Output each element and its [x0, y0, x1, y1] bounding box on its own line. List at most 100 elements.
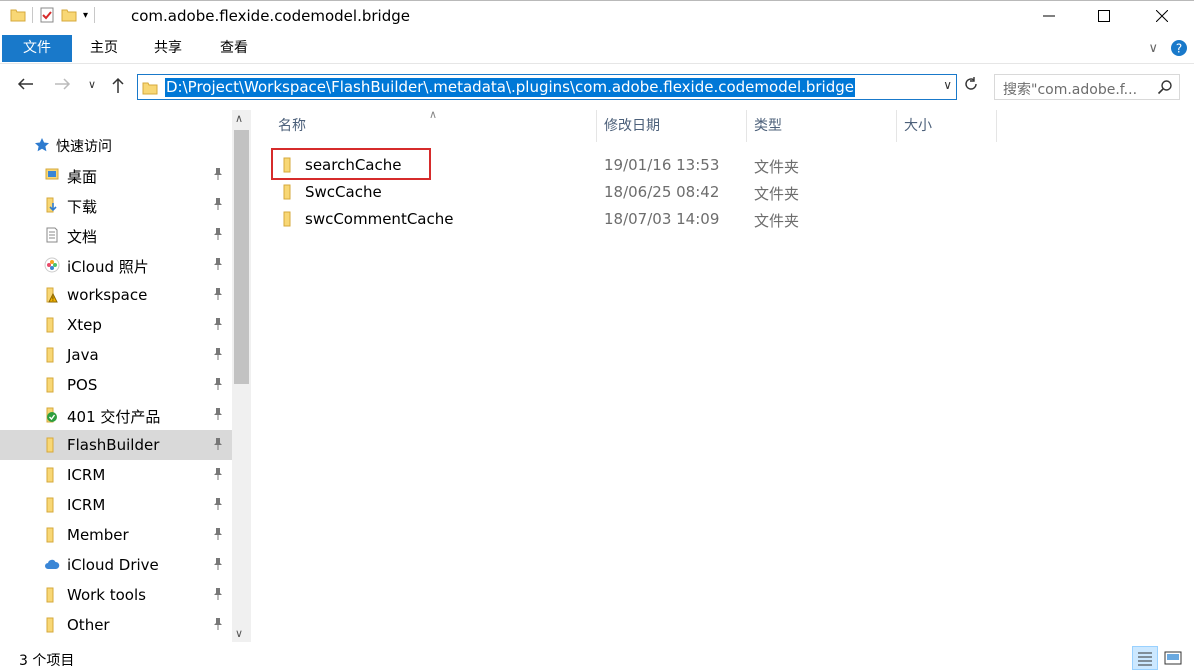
pin-icon[interactable]	[213, 378, 223, 393]
back-button[interactable]	[16, 76, 34, 96]
separator	[32, 7, 33, 23]
pin-icon[interactable]	[213, 258, 223, 273]
folder-icon	[44, 377, 60, 393]
pin-icon[interactable]	[213, 198, 223, 213]
pin-icon[interactable]	[213, 588, 223, 603]
tab-view[interactable]: 查看	[216, 35, 252, 62]
sidebar-item-label: 401 交付产品	[67, 408, 161, 426]
status-bar: 3 个项目	[0, 646, 1194, 671]
close-button[interactable]	[1133, 1, 1191, 31]
recent-locations-button[interactable]: ∨	[88, 78, 96, 91]
quick-access-label: 快速访问	[56, 139, 112, 155]
search-input[interactable]: 搜索"com.adobe.f...	[1003, 79, 1137, 99]
file-type: 文件夹	[754, 212, 800, 230]
tab-share[interactable]: 共享	[150, 35, 186, 62]
file-list: ∧ 名称 修改日期 类型 大小 searchCache 19/01/16 13:5…	[251, 108, 1194, 642]
minimize-button[interactable]	[1020, 1, 1078, 31]
desktop-icon	[44, 167, 60, 183]
expand-ribbon-icon[interactable]: ∨	[1148, 41, 1158, 56]
sidebar-item-[interactable]: 下载	[0, 190, 232, 220]
large-icons-view-button[interactable]	[1160, 646, 1186, 670]
customize-qat-icon[interactable]: ▾	[83, 10, 88, 21]
minimize-icon	[1043, 15, 1055, 17]
scroll-down-icon[interactable]: ∨	[235, 627, 243, 640]
sidebar-item-pos[interactable]: POS	[0, 370, 232, 400]
refresh-button[interactable]	[960, 76, 982, 98]
sidebar-item-member[interactable]: Member	[0, 520, 232, 550]
folder-icon	[44, 467, 60, 483]
document-icon	[44, 227, 60, 243]
file-name: swcCommentCache	[305, 210, 454, 228]
sidebar-item-xtep[interactable]: Xtep	[0, 310, 232, 340]
forward-arrow-icon	[55, 78, 71, 90]
column-header-size[interactable]: 大小	[904, 110, 994, 142]
separator	[94, 7, 96, 23]
pin-icon[interactable]	[213, 438, 223, 453]
sidebar-item-icloud-drive[interactable]: iCloud Drive	[0, 550, 232, 580]
sidebar-item-label: Member	[67, 526, 129, 544]
quick-access-toolbar: ▾	[10, 7, 96, 23]
search-box[interactable]: 搜索"com.adobe.f...	[994, 74, 1180, 100]
pin-icon[interactable]	[213, 558, 223, 573]
sidebar-item-icrm[interactable]: ICRM	[0, 490, 232, 520]
maximize-button[interactable]	[1075, 1, 1133, 31]
up-button[interactable]	[110, 76, 126, 98]
pin-icon[interactable]	[213, 468, 223, 483]
file-name: SwcCache	[305, 183, 382, 201]
address-path[interactable]: D:\Project\Workspace\FlashBuilder\.metad…	[165, 78, 856, 97]
sidebar-item-label: iCloud 照片	[67, 258, 149, 276]
sidebar-item-[interactable]: 桌面	[0, 160, 232, 190]
pin-icon[interactable]	[213, 618, 223, 633]
sidebar-item-other[interactable]: Other	[0, 610, 232, 640]
address-dropdown-icon[interactable]: ∨	[943, 78, 952, 92]
tab-home[interactable]: 主页	[86, 35, 122, 62]
sidebar-item-label: ICRM	[67, 496, 106, 514]
column-header-name[interactable]: 名称	[278, 110, 598, 142]
help-icon[interactable]: ?	[1170, 39, 1188, 57]
sidebar-item-[interactable]: 文档	[0, 220, 232, 250]
details-view-button[interactable]	[1132, 646, 1158, 670]
download-icon	[44, 197, 60, 213]
folder-icon	[44, 497, 60, 513]
sidebar-item-java[interactable]: Java	[0, 340, 232, 370]
sidebar-item-401[interactable]: 401 交付产品	[0, 400, 232, 430]
sidebar-item-label: 桌面	[67, 168, 98, 186]
pin-icon[interactable]	[213, 318, 223, 333]
scrollbar-thumb[interactable]	[234, 130, 249, 384]
scroll-up-icon[interactable]: ∧	[235, 112, 243, 125]
sidebar-item-flashbuilder[interactable]: FlashBuilder	[0, 430, 232, 460]
pin-icon[interactable]	[213, 498, 223, 513]
svg-text:!: !	[52, 296, 54, 303]
folder-icon	[142, 82, 158, 95]
pin-icon[interactable]	[213, 348, 223, 363]
pin-icon[interactable]	[213, 288, 223, 303]
sidebar-item-icrm[interactable]: ICRM	[0, 460, 232, 490]
column-header-type[interactable]: 类型	[754, 110, 894, 142]
pin-icon[interactable]	[213, 528, 223, 543]
sidebar-item-icloud[interactable]: iCloud 照片	[0, 250, 232, 280]
file-row[interactable]: swcCommentCache 18/07/03 14:09 文件夹	[271, 205, 1011, 232]
column-divider[interactable]	[596, 110, 597, 142]
new-folder-icon[interactable]	[61, 7, 77, 23]
search-icon[interactable]	[1157, 79, 1173, 95]
ribbon: 文件 主页 共享 查看 ∨ ?	[0, 32, 1194, 64]
maximize-icon	[1098, 10, 1110, 22]
sidebar-item-workspace[interactable]: ! workspace	[0, 280, 232, 310]
pin-icon[interactable]	[213, 408, 223, 423]
file-row[interactable]: SwcCache 18/06/25 08:42 文件夹	[271, 178, 1011, 205]
sidebar-item-label: 下载	[67, 198, 98, 216]
sidebar-item-work-tools[interactable]: Work tools	[0, 580, 232, 610]
column-divider[interactable]	[746, 110, 747, 142]
folder-check-icon	[44, 407, 60, 423]
address-bar[interactable]: D:\Project\Workspace\FlashBuilder\.metad…	[137, 74, 957, 100]
properties-icon[interactable]	[39, 7, 55, 23]
folder-warning-icon: !	[44, 287, 60, 303]
forward-button[interactable]	[54, 76, 72, 96]
column-divider[interactable]	[896, 110, 897, 142]
column-header-date[interactable]: 修改日期	[604, 110, 744, 142]
tab-file[interactable]: 文件	[2, 35, 72, 62]
pin-icon[interactable]	[213, 168, 223, 183]
navigation-scrollbar[interactable]: ∧ ∨	[232, 110, 251, 642]
column-divider[interactable]	[996, 110, 997, 142]
pin-icon[interactable]	[213, 228, 223, 243]
